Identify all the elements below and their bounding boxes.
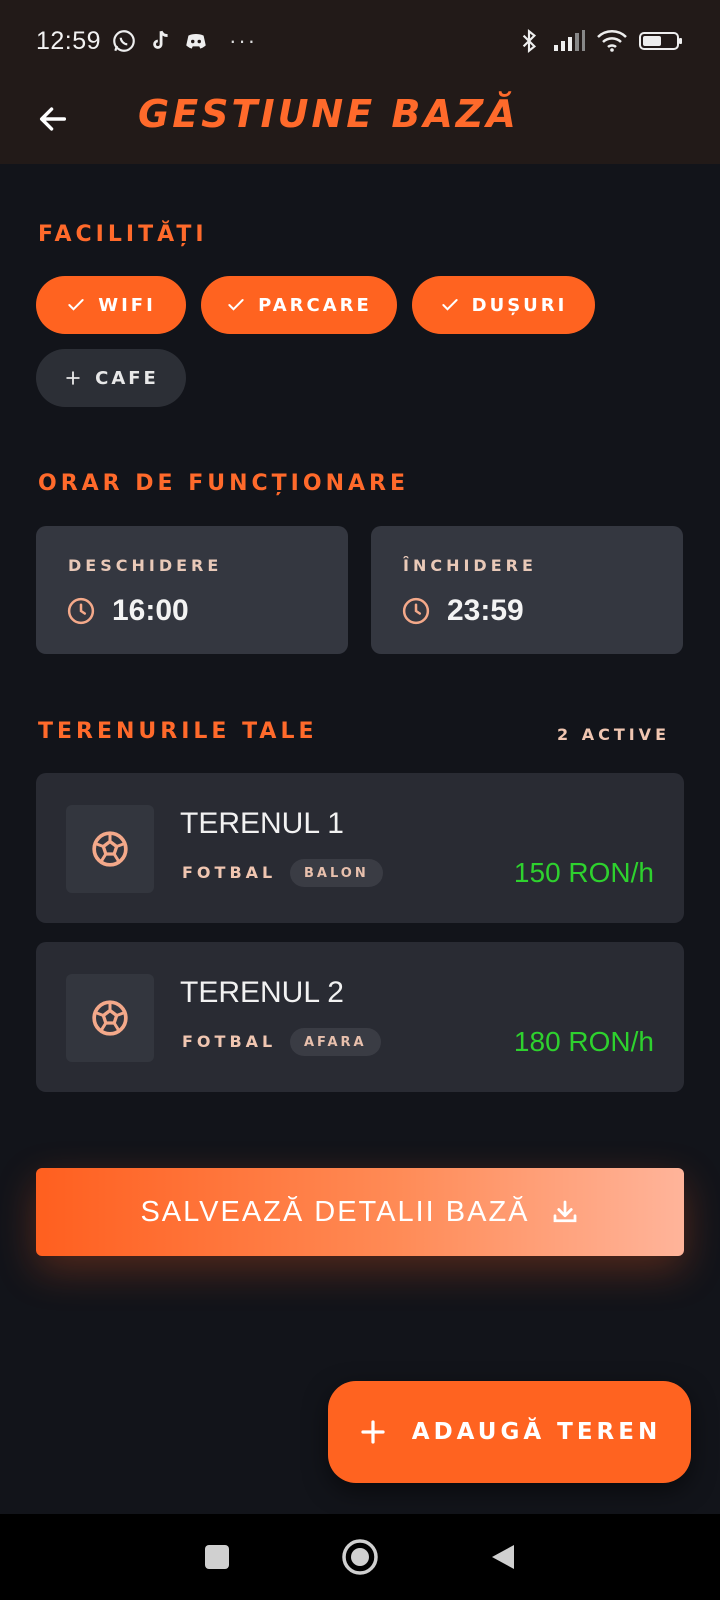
battery-icon xyxy=(638,28,684,54)
opening-time-card[interactable]: DESCHIDERE 16:00 xyxy=(36,526,348,654)
status-right xyxy=(516,28,684,54)
facility-chip-parcare[interactable]: PARCARE xyxy=(201,276,397,334)
closing-time-card[interactable]: ÎNCHIDERE 23:59 xyxy=(371,526,683,654)
court-price: 150 RON/h xyxy=(513,857,654,888)
arrow-left-icon xyxy=(39,107,67,131)
discord-icon xyxy=(183,28,209,54)
bluetooth-icon xyxy=(516,28,542,54)
facility-chip-dusuri[interactable]: DUȘURI xyxy=(412,276,595,334)
chip-label: PARCARE xyxy=(258,294,372,316)
schedule-title: ORAR DE FUNCȚIONARE xyxy=(38,471,409,496)
chip-label: WIFI xyxy=(98,294,156,316)
back-button[interactable] xyxy=(34,100,72,138)
app-bar: GESTIUNE BAZĂ xyxy=(0,82,720,164)
check-icon xyxy=(228,299,244,311)
court-card[interactable]: TERENUL 2 FOTBAL AFARA 180 RON/h xyxy=(36,942,684,1092)
court-sport: FOTBAL xyxy=(182,1032,277,1051)
plus-icon xyxy=(361,1420,385,1444)
closing-time-label: ÎNCHIDERE xyxy=(403,556,537,575)
download-icon xyxy=(553,1200,576,1223)
home-button[interactable] xyxy=(340,1537,380,1577)
whatsapp-icon xyxy=(111,28,137,54)
court-card[interactable]: TERENUL 1 FOTBAL BALON 150 RON/h xyxy=(36,773,684,923)
chip-label: CAFE xyxy=(95,367,159,389)
court-sport: FOTBAL xyxy=(182,863,277,882)
facilities-title: FACILITĂȚI xyxy=(38,222,208,247)
tiktok-icon xyxy=(147,28,173,54)
clock-icon xyxy=(67,597,95,625)
court-type-badge: BALON xyxy=(290,859,383,887)
court-name: TERENUL 2 xyxy=(180,976,344,1009)
court-type-badge: AFARA xyxy=(290,1028,381,1056)
status-time: 12:59 xyxy=(36,26,102,55)
more-notifications-icon: ··· xyxy=(229,28,258,53)
court-price: 180 RON/h xyxy=(513,1026,654,1057)
clock-icon xyxy=(402,597,430,625)
court-name: TERENUL 1 xyxy=(180,807,344,840)
closing-time-value: 23:59 xyxy=(447,594,524,627)
active-courts-count: 2 ACTIVE xyxy=(556,725,670,744)
add-court-button[interactable]: ADAUGĂ TEREN xyxy=(328,1381,691,1483)
courts-title: TERENURILE TALE xyxy=(38,719,318,744)
home-circle-icon xyxy=(342,1539,378,1575)
system-nav-bar xyxy=(0,1514,720,1600)
soccer-ball-icon xyxy=(92,1000,128,1036)
opening-time-value: 16:00 xyxy=(112,594,189,627)
page-title: GESTIUNE BAZĂ xyxy=(138,92,519,136)
status-left: 12:59 ··· xyxy=(36,27,257,56)
add-court-label: ADAUGĂ TEREN xyxy=(411,1419,662,1445)
recent-apps-button[interactable] xyxy=(202,1542,232,1572)
save-base-details-button[interactable]: SALVEAZĂ DETALII BAZĂ xyxy=(36,1168,684,1256)
court-thumbnail xyxy=(66,974,154,1062)
court-thumbnail xyxy=(66,805,154,893)
triangle-back-icon xyxy=(492,1545,514,1569)
soccer-ball-icon xyxy=(92,831,128,867)
square-icon xyxy=(205,1545,229,1569)
opening-time-label: DESCHIDERE xyxy=(68,556,223,575)
save-button-label: SALVEAZĂ DETALII BAZĂ xyxy=(140,1195,530,1228)
check-icon xyxy=(441,299,458,311)
wifi-icon xyxy=(596,28,628,54)
back-nav-button[interactable] xyxy=(488,1542,518,1572)
facility-chip-wifi[interactable]: WIFI xyxy=(36,276,186,334)
signal-icon xyxy=(552,28,586,54)
plus-icon xyxy=(66,371,80,385)
chip-label: DUȘURI xyxy=(471,294,568,316)
check-icon xyxy=(68,299,84,311)
facility-chip-cafe[interactable]: CAFE xyxy=(36,349,186,407)
status-bar: 12:59 ··· xyxy=(0,0,720,82)
